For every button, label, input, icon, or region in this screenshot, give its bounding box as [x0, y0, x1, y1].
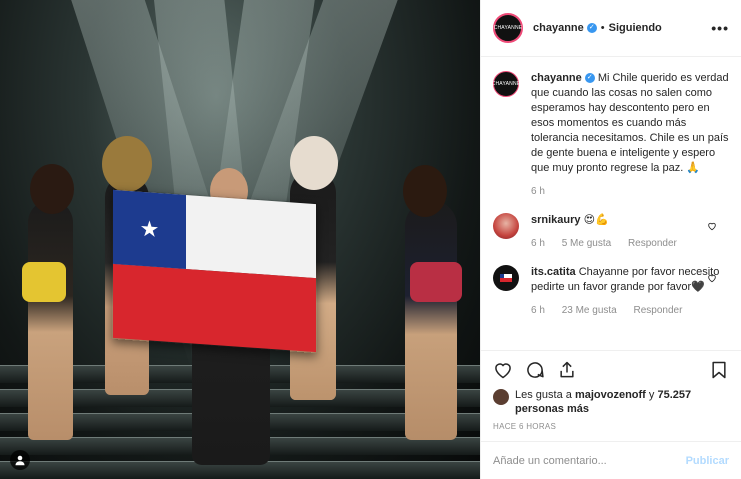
dancer-figure: [405, 200, 457, 440]
verified-badge-icon: ✓: [584, 73, 595, 84]
account-username[interactable]: chayanne: [533, 22, 584, 34]
like-comment-heart-icon[interactable]: [707, 221, 717, 231]
reply-button[interactable]: Responder: [628, 238, 677, 249]
add-comment-bar: Publicar: [481, 441, 741, 479]
comment-time[interactable]: 6 h: [531, 238, 545, 249]
dancer-shorts: [410, 262, 462, 302]
liker-avatar[interactable]: [493, 389, 509, 405]
post-side-panel: CHAYANNE chayanne ✓ • Siguiendo ••• CHAY…: [480, 0, 741, 479]
like-heart-icon[interactable]: [493, 360, 513, 380]
save-bookmark-icon[interactable]: [709, 360, 729, 380]
comment-text: 😍💪: [583, 214, 609, 226]
post-timestamp[interactable]: HACE 6 HORAS: [481, 416, 741, 441]
comment-likes[interactable]: 5 Me gusta: [562, 238, 611, 249]
dancer-hair: [403, 165, 447, 217]
reply-button[interactable]: Responder: [634, 305, 683, 316]
comments-list[interactable]: CHAYANNE chayanne ✓ Mi Chile querido es v…: [481, 57, 741, 350]
comment-time[interactable]: 6 h: [531, 305, 545, 316]
caption-time[interactable]: 6 h: [531, 186, 545, 197]
post-photo[interactable]: ★: [0, 0, 480, 479]
comment-item: its.catita Chayanne por favor necesito p…: [493, 265, 729, 318]
publish-button[interactable]: Publicar: [686, 455, 729, 467]
like-comment-heart-icon[interactable]: [707, 273, 717, 283]
dancer-hair: [30, 164, 74, 214]
tagged-users-icon[interactable]: [10, 450, 30, 470]
comment-username[interactable]: its.catita: [531, 266, 576, 278]
following-button[interactable]: Siguiendo: [609, 22, 662, 34]
caption-username[interactable]: chayanne: [531, 72, 582, 84]
caption-text: Mi Chile querido es verdad que cuando la…: [531, 72, 729, 174]
chile-flag: ★: [112, 188, 317, 354]
instagram-post: ★ CHAYANNE chayanne ✓ • Siguiendo ••• CH…: [0, 0, 741, 479]
dancer-hair: [290, 136, 338, 190]
comment-input[interactable]: [493, 454, 686, 467]
caption-avatar[interactable]: CHAYANNE: [492, 71, 520, 97]
dancer-hair: [102, 136, 152, 192]
likes-summary: Les gusta a majovozenoff y 75.257 person…: [481, 388, 741, 416]
dancer-shorts: [22, 262, 66, 302]
account-avatar[interactable]: CHAYANNE: [493, 13, 523, 43]
comment-username[interactable]: srnikaury: [531, 214, 581, 226]
comment-likes[interactable]: 23 Me gusta: [562, 305, 617, 316]
post-actions: [481, 350, 741, 388]
header-separator: •: [600, 22, 605, 34]
flag-star-icon: ★: [139, 215, 160, 243]
verified-badge-icon: ✓: [586, 23, 597, 33]
liker-username[interactable]: majovozenoff: [575, 389, 646, 401]
more-options-icon[interactable]: •••: [711, 20, 729, 36]
comment-bubble-icon[interactable]: [525, 360, 545, 380]
commenter-avatar[interactable]: [493, 213, 519, 239]
caption: CHAYANNE chayanne ✓ Mi Chile querido es v…: [492, 71, 729, 199]
share-icon[interactable]: [557, 360, 577, 380]
comment-item: srnikaury 😍💪 6 h 5 Me gusta Responder: [493, 213, 729, 251]
commenter-avatar[interactable]: [493, 265, 519, 291]
dancer-figure: [28, 200, 73, 440]
post-header: CHAYANNE chayanne ✓ • Siguiendo •••: [481, 0, 741, 57]
